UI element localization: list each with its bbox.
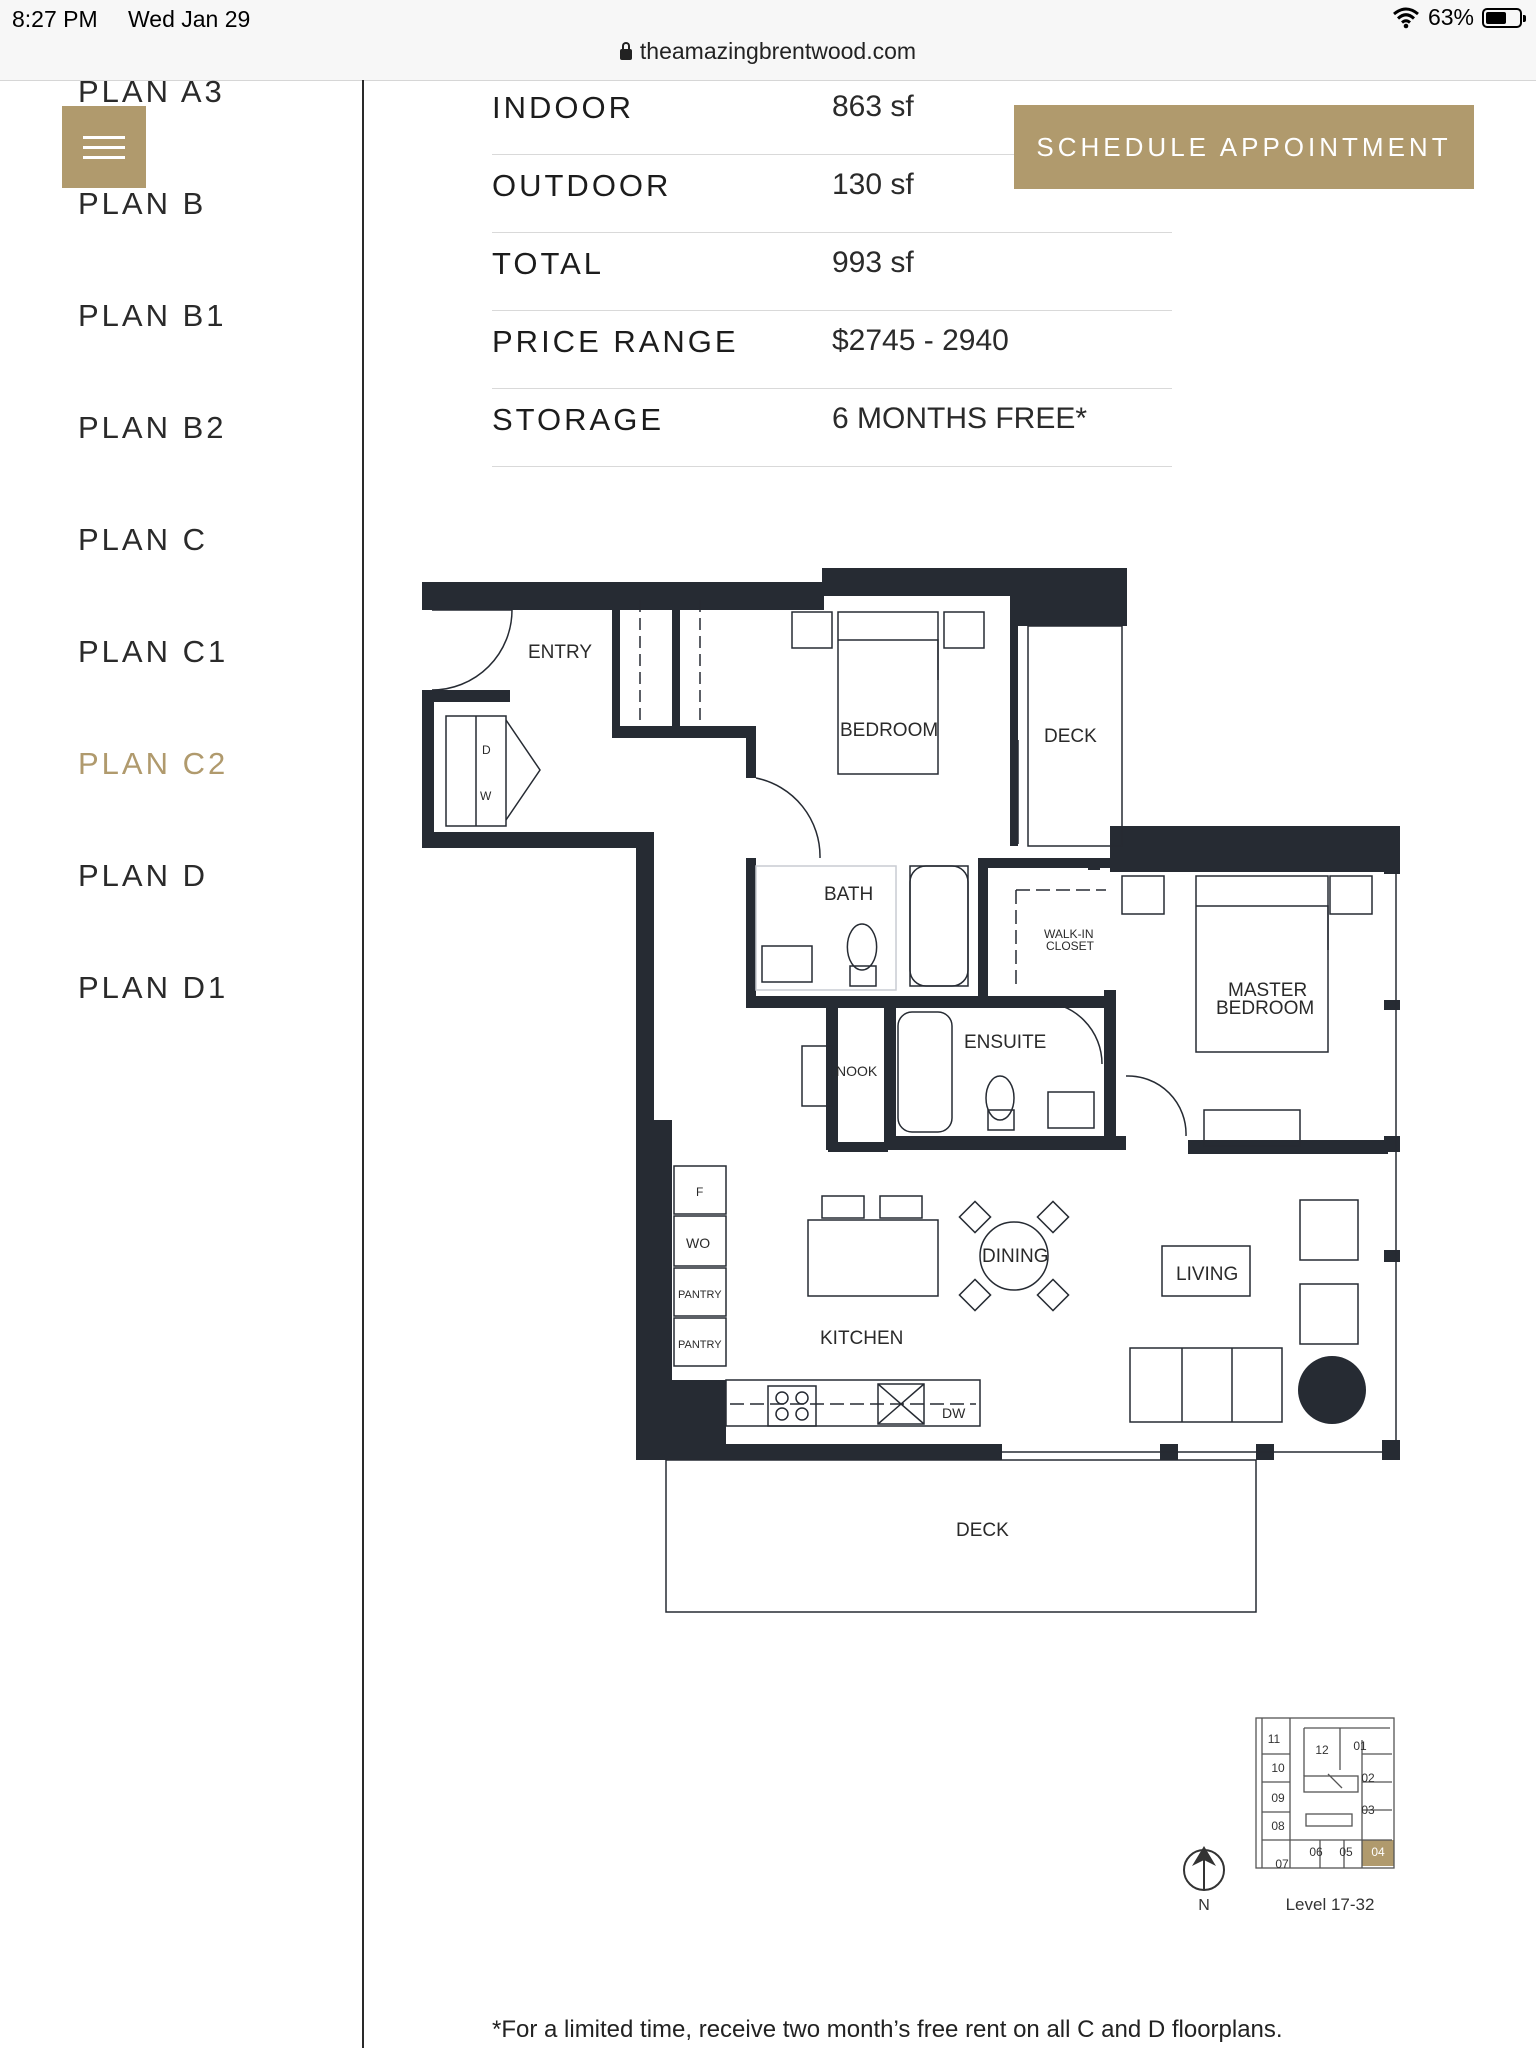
svg-text:PANTRY: PANTRY	[678, 1289, 722, 1301]
svg-text:LIVING: LIVING	[1176, 1264, 1238, 1285]
keyplan-level: Level 17-32	[1286, 1895, 1375, 1914]
floorplan-labels: ENTRY BEDROOM DECK BATH WALK-IN CLOSET M…	[480, 642, 1314, 1541]
promo-footnote: *For a limited time, receive two month’s…	[492, 2016, 1283, 2043]
keyplan: 11 12 01 10 02 09 03 08 07 06 05 04 N Le…	[1183, 1717, 1395, 1914]
living-round-table	[1298, 1356, 1366, 1424]
svg-text:12: 12	[1315, 1743, 1329, 1757]
svg-text:02: 02	[1361, 1771, 1375, 1785]
svg-text:PANTRY: PANTRY	[678, 1339, 722, 1351]
svg-text:WO: WO	[686, 1235, 710, 1251]
svg-text:CLOSET: CLOSET	[1046, 939, 1095, 953]
svg-text:D: D	[482, 743, 491, 757]
svg-text:DINING: DINING	[982, 1246, 1049, 1267]
svg-text:08: 08	[1271, 1819, 1285, 1833]
svg-text:07: 07	[1275, 1857, 1289, 1871]
svg-text:BATH: BATH	[824, 884, 873, 905]
svg-text:ENTRY: ENTRY	[528, 642, 592, 663]
svg-text:BEDROOM: BEDROOM	[1216, 998, 1314, 1019]
svg-text:ENSUITE: ENSUITE	[964, 1032, 1046, 1053]
svg-text:11: 11	[1268, 1732, 1281, 1746]
svg-text:KITCHEN: KITCHEN	[820, 1328, 903, 1349]
svg-text:03: 03	[1361, 1803, 1375, 1817]
svg-text:04: 04	[1371, 1845, 1385, 1859]
svg-text:DECK: DECK	[1044, 726, 1097, 747]
svg-text:10: 10	[1271, 1761, 1285, 1775]
floorplan-drawing: ENTRY BEDROOM DECK BATH WALK-IN CLOSET M…	[422, 568, 1400, 1914]
svg-text:BEDROOM: BEDROOM	[840, 720, 938, 741]
svg-text:N: N	[1198, 1897, 1210, 1914]
svg-text:05: 05	[1339, 1845, 1353, 1859]
svg-text:F: F	[696, 1185, 703, 1199]
svg-text:DECK: DECK	[956, 1520, 1009, 1541]
svg-text:09: 09	[1271, 1791, 1285, 1805]
svg-text:NOOK: NOOK	[836, 1063, 878, 1079]
svg-text:DW: DW	[942, 1405, 966, 1421]
north-arrow-icon: N	[1183, 1846, 1225, 1914]
floorplan-fixtures	[431, 600, 1397, 1613]
svg-text:01: 01	[1353, 1739, 1367, 1753]
svg-text:06: 06	[1309, 1845, 1323, 1859]
svg-text:W: W	[480, 789, 492, 803]
